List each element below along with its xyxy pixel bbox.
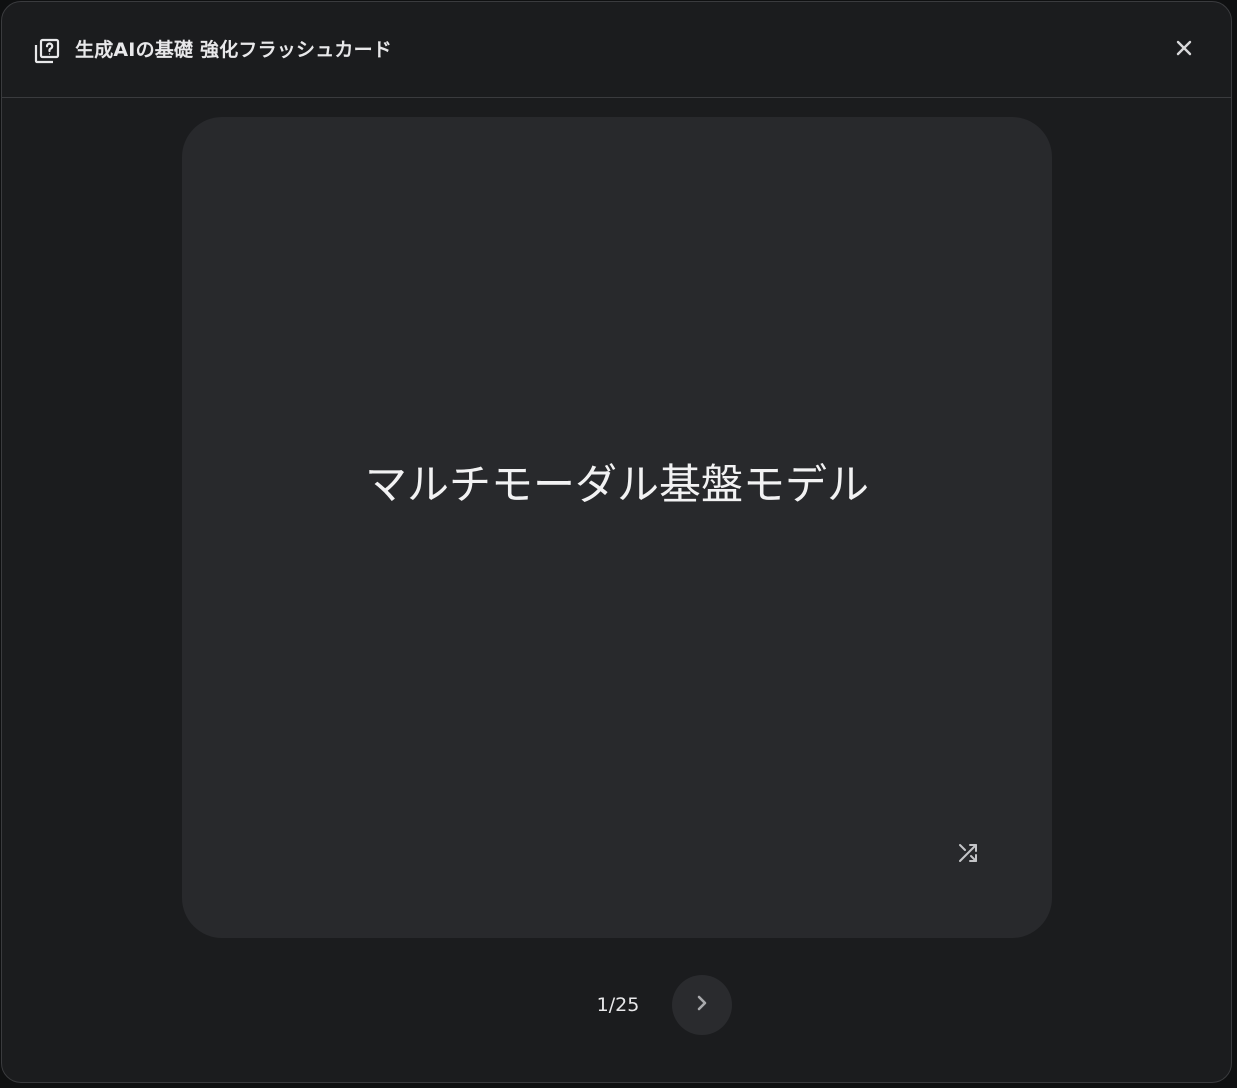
shuffle-button[interactable]	[950, 837, 986, 873]
flashcard-question-icon	[33, 37, 61, 65]
chevron-right-icon	[692, 993, 712, 1017]
close-button[interactable]	[1166, 32, 1202, 68]
next-card-button[interactable]	[672, 975, 732, 1035]
dialog-title: 生成AIの基礎 強化フラッシュカード	[75, 39, 392, 61]
dialog-header: 生成AIの基礎 強化フラッシュカード	[2, 2, 1231, 98]
shuffle-icon	[956, 841, 980, 869]
card-counter: 1/25	[596, 994, 640, 1016]
flashcard-term: マルチモーダル基盤モデル	[364, 460, 869, 509]
close-icon	[1175, 39, 1193, 61]
flashcard[interactable]: マルチモーダル基盤モデル	[182, 117, 1052, 938]
flashcard-dialog: 生成AIの基礎 強化フラッシュカード マルチモーダル基盤モデル 1/25	[1, 1, 1232, 1083]
